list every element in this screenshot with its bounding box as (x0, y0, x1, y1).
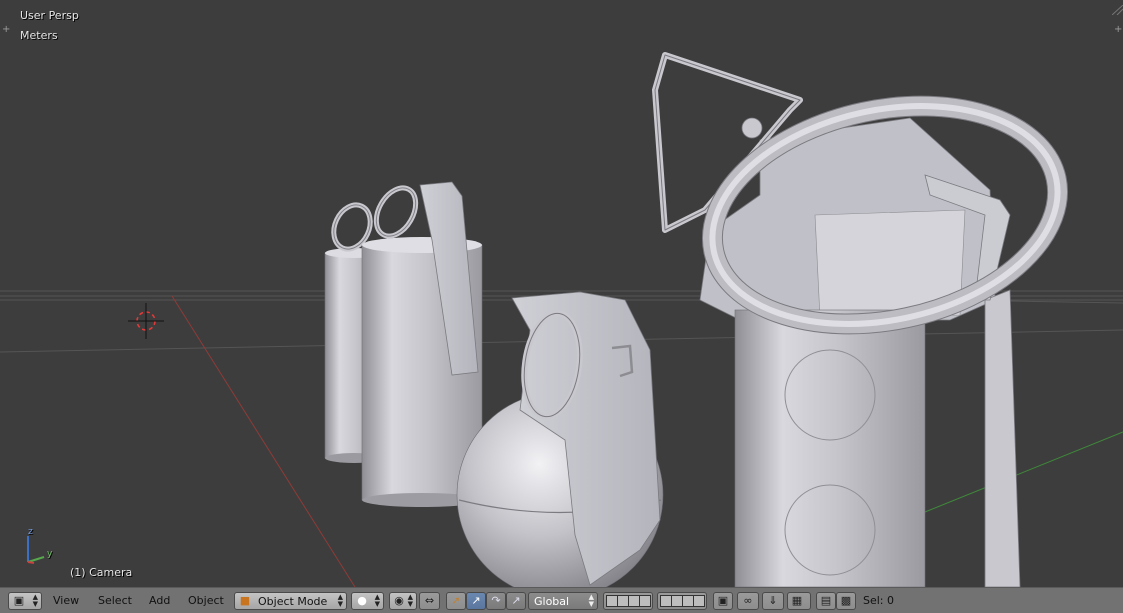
viewport-shading-selector[interactable]: ● ▲ ▼ (351, 592, 384, 610)
solid-shading-sphere-icon: ● (357, 594, 367, 607)
manipulate-center-icon: ⇔ (424, 594, 435, 607)
active-object-label: (1) Camera (70, 566, 133, 579)
translate-toggle[interactable]: ↗ (466, 592, 486, 610)
layers-block-1[interactable] (603, 592, 653, 610)
y-axis-line (924, 431, 1123, 513)
orientation-selector[interactable]: Global ▲ ▼ (528, 592, 598, 610)
pivot-manipulate-center-toggle[interactable]: ⇔ (419, 592, 440, 610)
chevron-updown-icon: ▲ ▼ (407, 593, 413, 608)
snap-toggle[interactable]: ⇓ (762, 592, 784, 610)
view-name-label: User Persp (20, 9, 79, 22)
render-animation-button[interactable]: ▩ (836, 592, 856, 610)
gizmo-y-label: y (47, 549, 53, 559)
lock-camera-icon: ▣ (717, 594, 729, 607)
snap-magnet-icon: ⇓ (768, 594, 778, 607)
rotate-toggle[interactable]: ↷ (486, 592, 506, 610)
layers-block-2[interactable] (657, 592, 707, 610)
mode-selector[interactable]: ■ Object Mode ▲ ▼ (234, 592, 347, 610)
axis-gizmo (27, 536, 45, 564)
lock-camera-toggle[interactable]: ▣ (713, 592, 733, 610)
proportional-edit-toggle[interactable]: ∞ (737, 592, 759, 610)
rotate-icon: ↷ (491, 594, 501, 607)
editor-type-selector[interactable]: ▣ ▲ ▼ (8, 592, 42, 610)
chevron-updown-icon: ▲ ▼ (337, 593, 343, 608)
chevron-updown-icon: ▲ ▼ (374, 593, 380, 608)
region-toggle-right-icon[interactable]: + (1114, 25, 1122, 35)
units-label: Meters (20, 29, 58, 42)
render-animation-icon: ▩ (840, 594, 852, 607)
layer-slot[interactable] (639, 595, 651, 607)
mode-label: Object Mode (258, 595, 328, 608)
manipulator-toggle[interactable]: ➚ (446, 592, 466, 610)
pivot-point-selector[interactable]: ◉ ▲ ▼ (389, 592, 417, 610)
translate-icon: ↗ (471, 594, 481, 607)
snap-target-selector[interactable]: ▦ (787, 592, 811, 610)
region-toggle-left-icon[interactable]: + (2, 25, 10, 35)
snap-target-icon: ▦ (791, 594, 803, 607)
render-image-button[interactable]: ▤ (816, 592, 836, 610)
scale-toggle[interactable]: ↗ (506, 592, 526, 610)
3d-view-header: ▣ ▲ ▼ View Select Add Object ■ Object Mod… (0, 587, 1123, 613)
render-image-icon: ▤ (820, 594, 832, 607)
grenade-large[interactable] (652, 52, 1090, 587)
layer-slot[interactable] (693, 595, 705, 607)
chevron-updown-icon: ▲ ▼ (588, 593, 594, 608)
scene-render (0, 52, 1123, 587)
grenade-sphere[interactable] (456, 291, 664, 587)
3d-viewport[interactable]: User Persp Meters (1) Camera z y + + (0, 0, 1123, 587)
menu-add[interactable]: Add (149, 594, 170, 607)
3d-cursor-icon[interactable] (128, 303, 164, 339)
menu-select[interactable]: Select (98, 594, 132, 607)
chevron-updown-icon: ▲ ▼ (32, 593, 38, 608)
proportional-edit-icon: ∞ (743, 594, 753, 607)
selection-status: Sel: 0 (863, 594, 895, 607)
orientation-label: Global (534, 595, 570, 608)
object-mode-cube-icon: ■ (239, 594, 251, 607)
menu-object[interactable]: Object (188, 594, 224, 607)
menu-view[interactable]: View (53, 594, 79, 607)
pivot-point-icon: ◉ (394, 594, 404, 607)
manipulator-axes-icon: ➚ (451, 594, 461, 607)
area-split-corner-icon[interactable] (1111, 0, 1123, 16)
blender-window: User Persp Meters (1) Camera z y + + ▣ ▲… (0, 0, 1123, 613)
scale-icon: ↗ (511, 594, 521, 607)
cube-editor-icon: ▣ (13, 594, 25, 607)
gizmo-z-label: z (28, 527, 33, 537)
